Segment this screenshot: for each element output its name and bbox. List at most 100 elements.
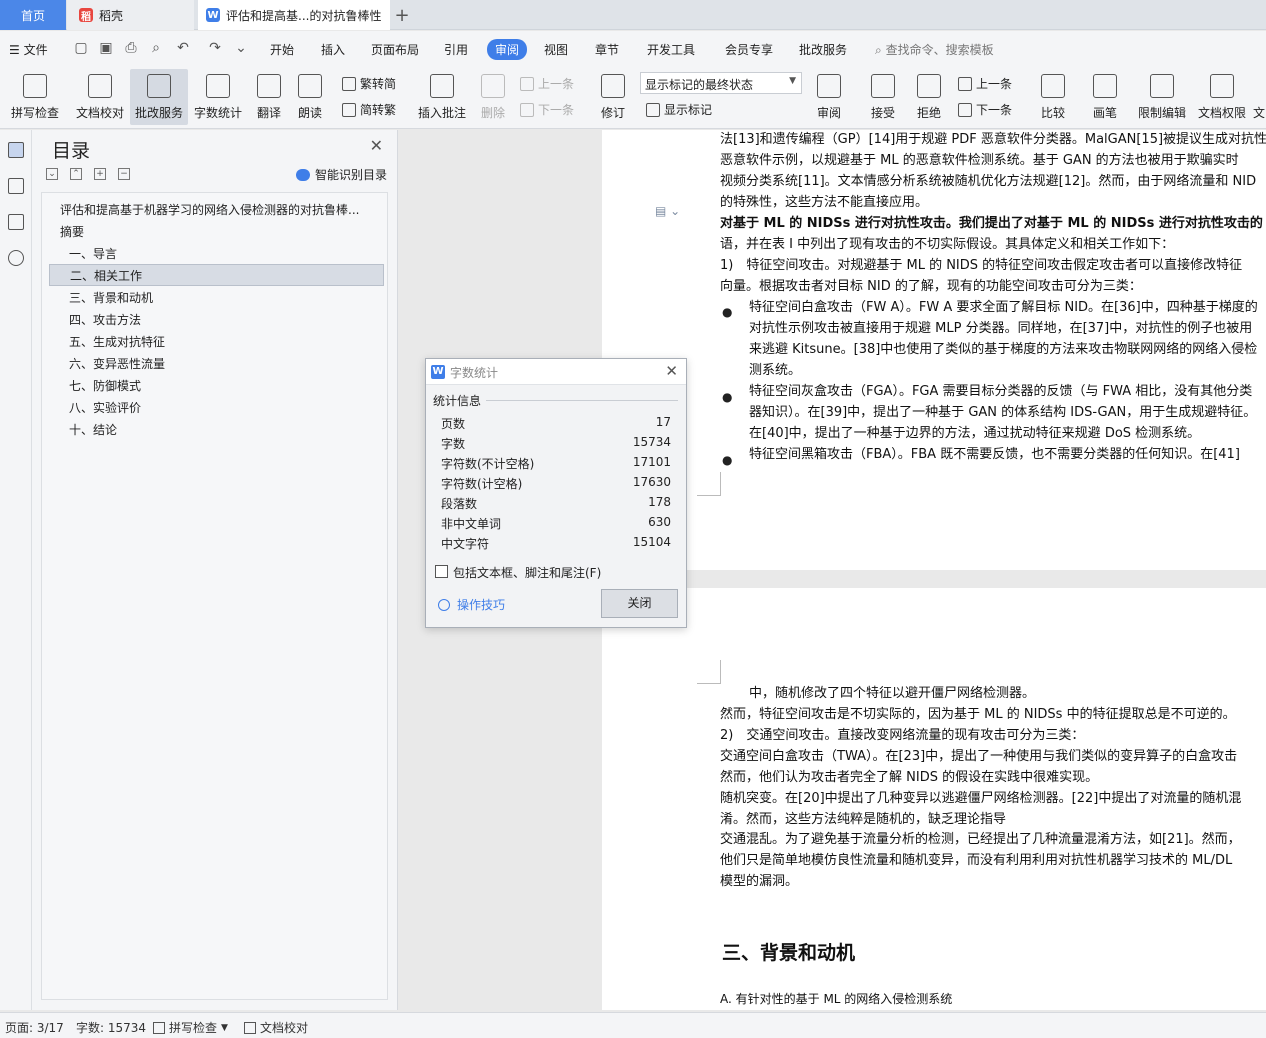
reject-button[interactable]: 拒绝 [910,69,948,125]
document-permission-button[interactable]: 文档权限 [1194,69,1250,125]
command-search[interactable]: ⌕ 查找命令、搜索模板 [875,41,994,58]
collapse-all-icon[interactable]: − [118,168,130,180]
tab-daoke-label: 稻壳 [99,8,124,23]
next-change-button[interactable]: 下一条 [958,101,1012,118]
expand-all-icon[interactable]: + [94,168,106,180]
doc-paragraph-line: 法[13]和遗传编程（GP）[14]用于规避 PDF 恶意软件分类器。MalGA… [720,132,1266,147]
review-pane-button[interactable]: 审阅 [810,69,848,125]
toc-item-conclusion[interactable]: 十、结论 [42,419,387,441]
prev-comment-label: 上一条 [538,77,575,91]
include-footnotes-checkbox[interactable] [435,565,448,578]
menu-layout[interactable]: 页面布局 [371,41,419,58]
export-pdf-icon[interactable]: ▣ [97,40,115,58]
show-markup-button[interactable]: 显示标记 [646,101,712,118]
toc-item-attack-method[interactable]: 四、攻击方法 [42,309,387,331]
collapse-down-icon[interactable]: ⌄ [46,168,58,180]
pen-button[interactable]: 画笔 [1086,69,1124,125]
smart-toc-button[interactable]: 智能识别目录 [295,166,387,183]
spell-check-button[interactable]: 拼写检查 [4,69,66,125]
menu-reference[interactable]: 引用 [444,41,468,58]
read-aloud-label: 朗读 [297,106,322,120]
menu-correction[interactable]: 批改服务 [799,41,847,58]
new-tab-button[interactable]: + [392,0,412,30]
tab-daoke[interactable]: 稻 稻壳 [67,0,194,30]
tab-home[interactable]: 首页 [0,0,66,30]
more-ribbon-button[interactable]: 文 [1252,69,1266,125]
menu-member[interactable]: 会员专享 [725,41,773,58]
compare-button[interactable]: 比较 [1034,69,1072,125]
menu-start[interactable]: 开始 [270,41,294,58]
toc-item-background[interactable]: 三、背景和动机 [42,287,387,309]
word-count-button[interactable]: 字数统计 [191,69,245,125]
next-change-label: 下一条 [976,103,1013,117]
include-footnotes-label[interactable]: 包括文本框、脚注和尾注(F) [453,564,601,581]
proofread-button[interactable]: 文档校对 [72,69,128,125]
checkbox-icon [153,1021,165,1034]
quick-access-dropdown-icon[interactable]: ⌄ [232,40,250,58]
page-indicator[interactable]: 页面: 3/17 [5,1019,64,1036]
translate-button[interactable]: 翻译 [250,69,288,125]
menu-insert[interactable]: 插入 [321,41,345,58]
proofread-status[interactable]: 文档校对 [244,1019,308,1036]
file-menu-label: 文件 [23,43,48,57]
undo-icon[interactable]: ↶ [174,40,192,58]
restrict-editing-button[interactable]: 限制编辑 [1134,69,1190,125]
insert-comment-button[interactable]: 插入批注 [414,69,470,125]
toc-item-title[interactable]: 评估和提高基于机器学习的网络入侵检测器的对抗鲁棒... [42,199,387,221]
correction-service-button[interactable]: 批改服务 [130,69,188,125]
save-icon[interactable]: ▢ [72,40,90,58]
writer-doc-icon: W [206,8,220,22]
plus-icon: + [394,4,410,26]
stat-value: 15734 [632,435,671,449]
word-count-indicator-label: 字数: 15734 [76,1021,147,1035]
paragraph-tool-icon[interactable]: ▤ ⌄ [655,204,680,218]
bookmark-icon[interactable] [8,214,24,230]
collapse-up-icon[interactable]: ⌃ [70,168,82,180]
compare-icon [1041,74,1065,98]
simp-to-trad-button[interactable]: 简转繁 [342,101,396,118]
toc-item-defense[interactable]: 七、防御模式 [42,375,387,397]
toc-item-related-work[interactable]: 二、相关工作 [49,264,384,286]
search-panel-icon[interactable] [8,250,24,266]
delete-comment-label: 删除 [480,106,505,120]
toc-panel-icon[interactable] [8,142,24,158]
prev-change-button[interactable]: 上一条 [958,75,1012,92]
close-icon[interactable]: ✕ [370,136,383,155]
spell-check-status[interactable]: 拼写检查 ▼ [153,1019,228,1036]
show-markup-icon [646,102,660,117]
word-count-indicator[interactable]: 字数: 15734 [76,1019,146,1036]
trad-to-simp-button[interactable]: 繁转简 [342,75,396,92]
file-menu[interactable]: ☰ 文件 [9,41,48,58]
close-icon[interactable]: ✕ [665,362,678,380]
accept-button[interactable]: 接受 [864,69,902,125]
print-preview-icon[interactable]: ⌕ [147,40,165,58]
stat-value: 17 [655,415,671,429]
track-changes-button[interactable]: 修订 [594,69,632,125]
toc-item-evaluation[interactable]: 八、实验评价 [42,397,387,419]
print-icon[interactable]: ⎙ [122,40,140,58]
tips-link[interactable]: 操作技巧 [457,596,505,613]
toc-item-intro[interactable]: 一、导言 [42,243,387,265]
prev-change-icon [958,76,972,91]
next-comment-button[interactable]: 下一条 [520,101,574,118]
stat-label: 中文字符 [441,537,490,551]
doc-paragraph-line: 对基于 ML 的 NIDSs 进行对抗性攻击。我们提出了对基于 ML 的 NID… [720,216,1263,231]
menu-section[interactable]: 章节 [595,41,619,58]
stat-value: 178 [648,495,671,509]
tab-document[interactable]: W 评估和提高基...的对抗鲁棒性 [198,0,390,30]
menu-review[interactable]: 审阅 [487,39,528,60]
menu-view[interactable]: 视图 [544,41,568,58]
left-icon-strip [0,130,32,1010]
markup-state-select[interactable]: 显示标记的最终状态 ▼ [640,72,802,94]
delete-comment-button[interactable]: 删除 [474,69,512,125]
read-aloud-button[interactable]: 朗读 [294,69,326,125]
divider [486,400,678,401]
chapter-nav-icon[interactable] [8,178,24,194]
redo-icon[interactable]: ↷ [206,40,224,58]
close-button[interactable]: 关闭 [601,589,678,618]
toc-item-mutate-traffic[interactable]: 六、变异恶性流量 [42,353,387,375]
toc-item-abstract[interactable]: 摘要 [42,221,387,243]
menu-developer[interactable]: 开发工具 [647,41,695,58]
prev-comment-button[interactable]: 上一条 [520,75,574,92]
toc-item-adversarial-features[interactable]: 五、生成对抗特征 [42,331,387,353]
